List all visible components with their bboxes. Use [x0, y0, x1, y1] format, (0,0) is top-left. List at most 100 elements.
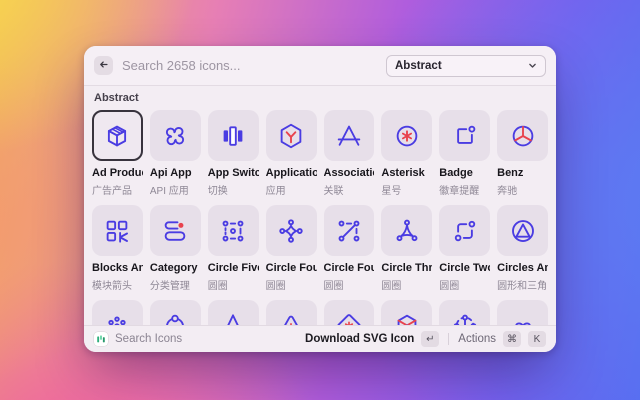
icon-cell[interactable]: Circle Four...圆圈 [324, 205, 375, 292]
api-app-icon [160, 121, 190, 151]
icon-tile[interactable] [266, 110, 317, 161]
icon-sublabel: 圆圈 [439, 277, 490, 292]
icon-cell[interactable]: Circle Three 圆圈 [381, 205, 432, 292]
icon-sublabel: 圆圈 [208, 277, 259, 292]
icon-cell[interactable]: Association关联 [324, 110, 375, 197]
icon-tile[interactable] [92, 205, 143, 256]
ad-product-icon [102, 121, 132, 151]
diamond-asterisk-icon [334, 311, 364, 326]
icon-tile[interactable] [92, 110, 143, 161]
icon-tile[interactable] [208, 300, 259, 325]
association-triangle-icon [334, 121, 364, 151]
icon-tile[interactable] [266, 300, 317, 325]
icon-label: Benz [497, 167, 548, 179]
icon-tile[interactable] [208, 110, 259, 161]
circle-four-icon [276, 216, 306, 246]
icon-cell[interactable]: Category M...分类管理 [150, 205, 201, 292]
icon-cell[interactable] [324, 300, 375, 325]
icon-tile[interactable] [324, 205, 375, 256]
icon-tile[interactable] [208, 205, 259, 256]
icon-cell[interactable]: Application...应用 [266, 110, 317, 197]
icon-label: Circle Two L... [439, 262, 490, 274]
benz-icon [508, 121, 538, 151]
icon-cell[interactable]: App Switch切换 [208, 110, 259, 197]
icon-sublabel: 模块箭头 [92, 277, 143, 292]
icon-tile[interactable] [381, 300, 432, 325]
icon-tile[interactable] [150, 205, 201, 256]
icon-label: Circle Four... [324, 262, 375, 274]
asterisk-circle-icon [392, 121, 422, 151]
icon-label: Circle Five L... [208, 262, 259, 274]
icon-label: Asterisk [381, 167, 432, 179]
icon-cell[interactable]: Circles And... 圆形和三角 [497, 205, 548, 292]
icon-label: Circles And... [497, 262, 548, 274]
icon-sublabel: 广告产品 [92, 182, 143, 197]
icon-cell[interactable] [150, 300, 201, 325]
icon-cell[interactable]: Api AppAPI 应用 [150, 110, 201, 197]
actions-button[interactable]: Actions [458, 333, 496, 345]
category-dropdown[interactable]: Abstract [386, 55, 546, 77]
icon-cell[interactable] [381, 300, 432, 325]
icon-label: Circle Three [381, 262, 432, 274]
icon-cell[interactable]: Badge徽章提醒 [439, 110, 490, 197]
icon-grid-area: Abstract Ad Product 广告产品 Api AppAPI 应用App … [84, 86, 556, 325]
icon-cell[interactable] [92, 300, 143, 325]
icon-tile[interactable] [497, 110, 548, 161]
search-input[interactable]: Search 2658 icons... [122, 58, 377, 73]
app-switch-icon [218, 121, 248, 151]
circle-three-icon [392, 216, 422, 246]
icon-tile[interactable] [266, 205, 317, 256]
icon-cell[interactable]: Asterisk 星号 [381, 110, 432, 197]
footer-divider [448, 333, 449, 345]
icon-cell[interactable] [497, 300, 548, 325]
icon-sublabel: 切换 [208, 182, 259, 197]
icon-tile[interactable] [381, 205, 432, 256]
icon-tile[interactable] [324, 300, 375, 325]
icon-cell[interactable]: Circle Five L... 圆圈 [208, 205, 259, 292]
icon-tile[interactable] [324, 110, 375, 161]
icon-label: Ad Product [92, 167, 143, 179]
cone-icon [218, 311, 248, 326]
back-button[interactable] [94, 56, 113, 75]
category-management-icon [160, 216, 190, 246]
chevron-down-icon [528, 57, 537, 75]
icon-cell[interactable] [266, 300, 317, 325]
cross-circles-icon [450, 311, 480, 326]
icon-cell[interactable]: Circle Four圆圈 [266, 205, 317, 292]
icon-tile[interactable] [150, 110, 201, 161]
icon-tile[interactable] [381, 110, 432, 161]
icon-sublabel: 圆圈 [381, 277, 432, 292]
icon-cell[interactable]: Ad Product 广告产品 [92, 110, 143, 197]
icon-cell[interactable]: Blocks And... 模块箭头 [92, 205, 143, 292]
icon-cell[interactable] [439, 300, 490, 325]
blocks-and-arrows-icon [102, 216, 132, 246]
icon-sublabel: 徽章提醒 [439, 182, 490, 197]
icon-sublabel: API 应用 [150, 182, 201, 197]
icon-label: Circle Four [266, 262, 317, 274]
icon-cell[interactable] [208, 300, 259, 325]
badge-icon [450, 121, 480, 151]
icon-tile[interactable] [439, 300, 490, 325]
bar-chart-logo-icon [94, 332, 108, 346]
icon-tile[interactable] [92, 300, 143, 325]
icon-tile[interactable] [150, 300, 201, 325]
icon-sublabel: 圆形和三角 [497, 277, 548, 292]
infinity-icon [508, 311, 538, 326]
circle-two-line-icon [450, 216, 480, 246]
enter-key-badge: ↵ [421, 331, 439, 347]
icon-cell[interactable]: Circle Two L... 圆圈 [439, 205, 490, 292]
icon-tile[interactable] [497, 205, 548, 256]
icon-cell[interactable]: Benz奔驰 [497, 110, 548, 197]
icon-label: Blocks And... [92, 262, 143, 274]
icon-sublabel: 星号 [381, 182, 432, 197]
icon-search-window: Search 2658 icons... Abstract Abstract A… [84, 46, 556, 352]
footer-bar: Search Icons Download SVG Icon ↵ Actions… [84, 325, 556, 352]
circle-four-line-icon [334, 216, 364, 246]
icon-tile[interactable] [497, 300, 548, 325]
section-title: Abstract [94, 92, 548, 104]
download-svg-button[interactable]: Download SVG Icon [305, 333, 414, 345]
category-dropdown-value: Abstract [395, 60, 442, 72]
icon-tile[interactable] [439, 205, 490, 256]
icon-tile[interactable] [439, 110, 490, 161]
connection-circle-icon [160, 311, 190, 326]
